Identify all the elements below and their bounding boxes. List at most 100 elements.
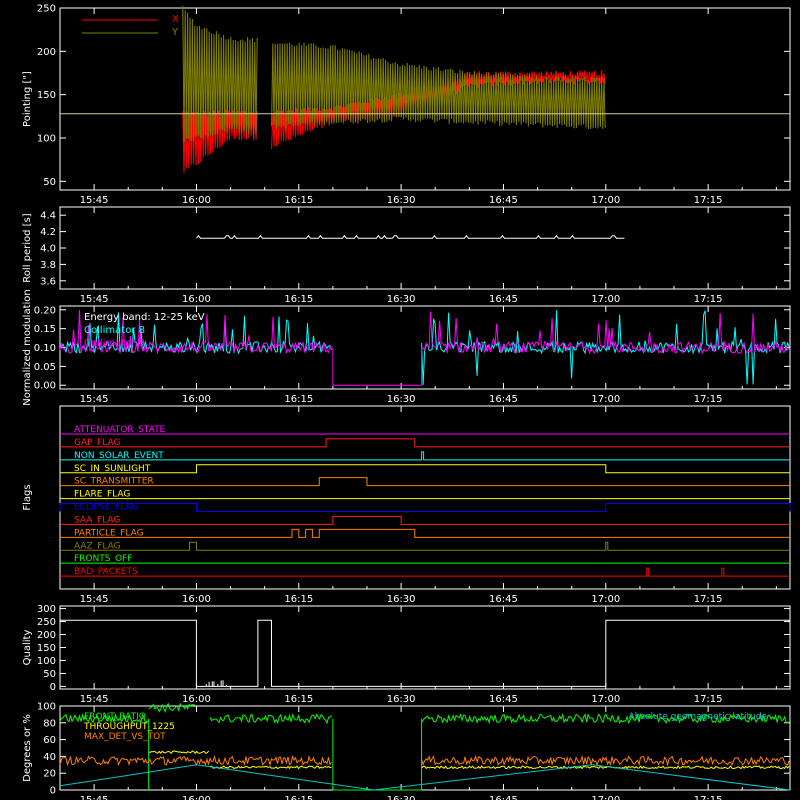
quality-xtick-label: 16:30 bbox=[387, 694, 416, 705]
modulation-xtick-label: 17:00 bbox=[591, 394, 620, 405]
flag-label-eclipse-flag: ECLIPSE_FLAG bbox=[74, 503, 138, 513]
fronts-ytick-label: 60 bbox=[43, 735, 56, 746]
modulation-xtick-label: 17:15 bbox=[694, 394, 723, 405]
fronts-xtick-label: 16:45 bbox=[489, 795, 518, 800]
fronts-xtick-label: 17:15 bbox=[694, 795, 723, 800]
fronts-ytick-label: 0 bbox=[50, 786, 56, 797]
flag-label-sc-in-sunlight: SC_IN_SUNLIGHT bbox=[74, 464, 151, 474]
roll-xtick-label: 16:00 bbox=[182, 294, 211, 305]
flag-label-saa-flag: SAA_FLAG bbox=[74, 515, 120, 525]
modulation-ytick-label: 0.00 bbox=[34, 381, 56, 392]
pointing-xtick-label: 16:45 bbox=[489, 195, 518, 206]
quality-ylabel: Quality bbox=[22, 630, 33, 666]
legend-label-y: Y bbox=[171, 27, 179, 38]
quality-ytick-label: 200 bbox=[37, 630, 56, 641]
fronts-ytick-label: 20 bbox=[43, 769, 56, 780]
modulation-ytick-label: 0.10 bbox=[34, 343, 56, 354]
flag-label-flare-flag: FLARE_FLAG bbox=[74, 490, 130, 500]
pointing-ytick-label: 100 bbox=[37, 134, 56, 145]
flag-line-sc-transmitter bbox=[60, 477, 790, 487]
roll-xtick-label: 16:15 bbox=[284, 294, 313, 305]
modulation-ytick-label: 0.05 bbox=[34, 362, 56, 373]
roll-ytick-label: 4.2 bbox=[40, 227, 56, 238]
modulation-xtick-label: 16:15 bbox=[284, 394, 313, 405]
roll-ytick-label: 3.6 bbox=[40, 276, 56, 287]
fronts-xtick-label: 17:00 bbox=[591, 795, 620, 800]
fronts-series-max-det-vs-tot bbox=[59, 754, 790, 767]
quality-ytick-label: 250 bbox=[37, 617, 56, 628]
pointing-ytick-label: 50 bbox=[43, 177, 56, 188]
flag-label-particle-flag: PARTICLE_FLAG bbox=[74, 528, 144, 538]
fronts-legend-throughput: THROUGHPUT_1225 bbox=[83, 722, 175, 732]
fronts-ylabel: Degrees or % bbox=[22, 714, 33, 782]
quality-xtick-label: 17:15 bbox=[694, 694, 723, 705]
pointing-ytick-label: 250 bbox=[37, 4, 56, 15]
pointing-xtick-label: 17:00 bbox=[591, 195, 620, 206]
quality-xtick-label: 17:00 bbox=[591, 694, 620, 705]
flag-line-sc-in-sunlight bbox=[60, 464, 790, 474]
flag-line-gap-flag bbox=[60, 438, 790, 448]
flags-xtick-label: 17:15 bbox=[694, 594, 723, 605]
quality-ytick-label: 150 bbox=[37, 643, 56, 654]
fronts-ytick-label: 80 bbox=[43, 718, 56, 729]
flag-line-bad-packets bbox=[60, 567, 790, 577]
flag-label-non-solar-event: NON_SOLAR_EVENT bbox=[74, 451, 164, 461]
roll-ytick-label: 3.8 bbox=[40, 260, 56, 271]
flag-line-eclipse-flag bbox=[59, 503, 791, 512]
flag-label-bad-packets: BAD_PACKETS bbox=[74, 567, 138, 577]
modulation-ytick-label: 0.20 bbox=[34, 305, 56, 316]
flags-ylabel: Flags bbox=[22, 484, 33, 510]
quality-xtick-label: 15:45 bbox=[80, 694, 109, 705]
pointing-xtick-label: 16:15 bbox=[284, 195, 313, 206]
pointing-ytick-label: 200 bbox=[37, 47, 56, 58]
modulation-xtick-label: 16:45 bbox=[489, 394, 518, 405]
quality-ytick-label: 50 bbox=[43, 669, 56, 680]
roll-xtick-label: 15:45 bbox=[80, 294, 109, 305]
quality-plot-frame bbox=[59, 605, 791, 690]
roll-ytick-label: 4.0 bbox=[40, 244, 56, 255]
modulation-xtick-label: 16:00 bbox=[182, 394, 211, 405]
flag-label-attenuator-state: ATTENUATOR_STATE bbox=[74, 425, 166, 435]
pointing-xtick-label: 15:45 bbox=[80, 195, 109, 206]
quality-ytick-label: 0 bbox=[50, 682, 56, 693]
pointing-ylabel: Pointing ["] bbox=[22, 71, 33, 127]
flag-label-sc-transmitter: SC_TRANSMITTER bbox=[74, 477, 154, 487]
quality-ytick-label: 100 bbox=[37, 656, 56, 667]
roll-xtick-label: 17:15 bbox=[694, 294, 723, 305]
flag-line-saa-flag bbox=[60, 515, 790, 525]
fronts-xtick-label: 15:45 bbox=[80, 795, 109, 800]
roll-plot-frame bbox=[59, 206, 791, 290]
quality-xtick-label: 16:00 bbox=[182, 694, 211, 705]
flags-xtick-label: 17:00 bbox=[591, 594, 620, 605]
legend-label-x: X bbox=[172, 14, 179, 25]
flag-line-particle-flag bbox=[60, 528, 790, 538]
flag-label-fronts-off: FRONTS_OFF bbox=[74, 554, 132, 564]
roll-period-series bbox=[196, 234, 625, 239]
fronts-geomagnetic-label: Absolute geomagnetic latitude bbox=[628, 712, 767, 722]
flags-xtick-label: 15:45 bbox=[80, 594, 109, 605]
fronts-ytick-label: 40 bbox=[43, 752, 56, 763]
fronts-ytick-label: 100 bbox=[37, 702, 56, 713]
flags-xtick-label: 16:15 bbox=[284, 594, 313, 605]
flags-xtick-label: 16:00 bbox=[182, 594, 211, 605]
flag-label-aaz-flag: AAZ_FLAG bbox=[74, 541, 121, 551]
pointing-xtick-label: 16:00 bbox=[182, 195, 211, 206]
fronts-series-throughput-1225 bbox=[148, 750, 790, 770]
flags-plot-frame bbox=[59, 405, 791, 590]
fronts-series-absolute-geomagnetic-latitude bbox=[59, 764, 791, 791]
modulation-ytick-label: 0.15 bbox=[34, 324, 56, 335]
quality-xtick-label: 16:45 bbox=[489, 694, 518, 705]
flags-xtick-label: 16:30 bbox=[387, 594, 416, 605]
modulation-ylabel: Normalized modulation bbox=[22, 289, 33, 406]
flag-label-gap-flag: GAP_FLAG bbox=[74, 438, 120, 448]
modulation-legend-collimator-9: Collimator 9 bbox=[84, 338, 145, 349]
roll-ylabel: Roll period [s] bbox=[22, 213, 33, 282]
quality-series bbox=[60, 619, 790, 687]
fronts-xtick-label: 16:15 bbox=[284, 795, 313, 800]
roll-xtick-label: 17:00 bbox=[591, 294, 620, 305]
roll-xtick-label: 16:30 bbox=[387, 294, 416, 305]
fronts-legend-front-ratio: FRONT_RATIO bbox=[84, 712, 146, 722]
flags-xtick-label: 16:45 bbox=[489, 594, 518, 605]
quality-xtick-label: 16:15 bbox=[284, 694, 313, 705]
flag-line-aaz-flag bbox=[60, 541, 790, 551]
